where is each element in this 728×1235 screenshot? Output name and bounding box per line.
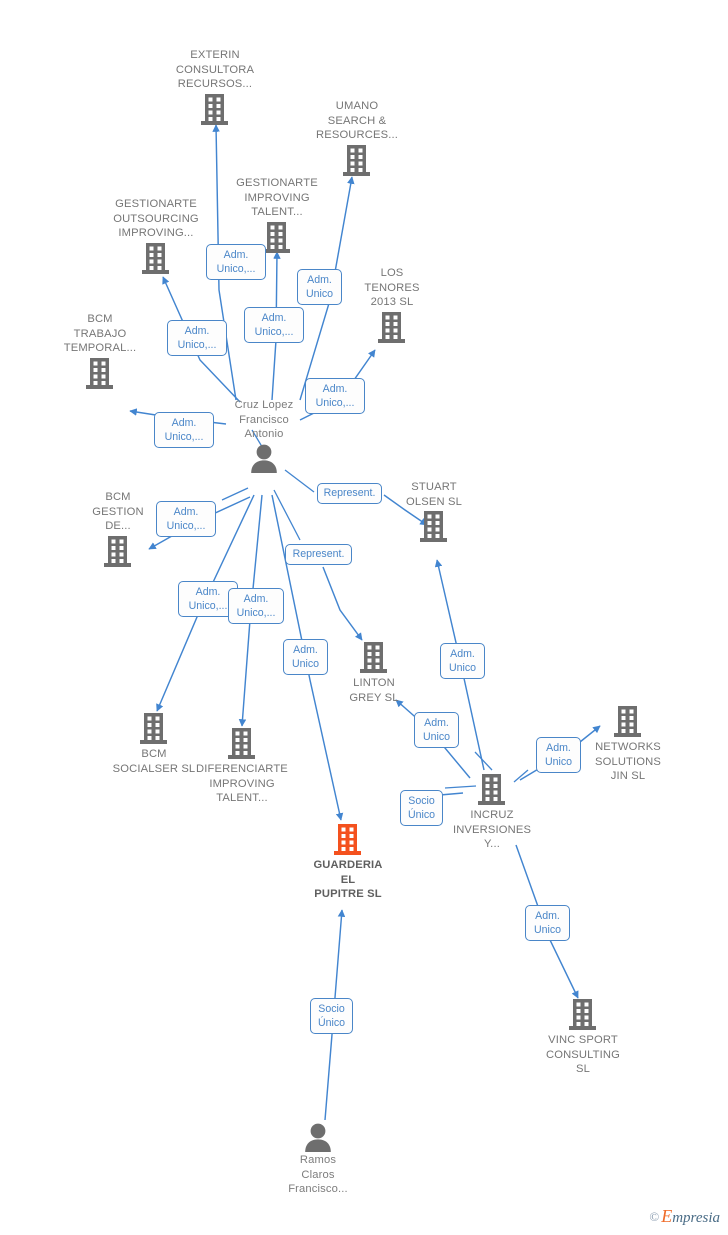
edge-label-cruz-guarderia[interactable]: Adm. Unico bbox=[283, 639, 328, 675]
edge-cruz-linton bbox=[322, 566, 363, 641]
node-label: STUART OLSEN SL bbox=[406, 481, 462, 508]
edge-label-cruz-bcm-gestion[interactable]: Adm. Unico,... bbox=[156, 501, 216, 537]
edge-label-cruz-exterin[interactable]: Adm. Unico,... bbox=[206, 244, 266, 280]
node-incruz-inversiones[interactable]: INCRUZ INVERSIONES Y... bbox=[432, 773, 552, 852]
edge-label-incruz-networks-jin[interactable]: Adm. Unico bbox=[536, 737, 581, 773]
node-label: BCM TRABAJO TEMPORAL... bbox=[63, 313, 137, 355]
edge-label-incruz-linton-grey[interactable]: Adm. Unico bbox=[414, 712, 459, 748]
node-networks-solutions-jin[interactable]: NETWORKS SOLUTIONS JIN SL bbox=[568, 705, 688, 784]
building-icon bbox=[568, 705, 688, 739]
building-icon bbox=[182, 727, 302, 761]
node-ramos-claros-francisco[interactable]: Ramos Claros Francisco... bbox=[258, 1122, 378, 1197]
node-bcm-trabajo-temporal[interactable]: BCM TRABAJO TEMPORAL... bbox=[40, 312, 160, 391]
node-label: UMANO SEARCH & RESOURCES... bbox=[316, 100, 398, 142]
edge-stub-e bbox=[474, 751, 493, 771]
edge-label-cruz-bcm-trabajo[interactable]: Adm. Unico,... bbox=[154, 412, 214, 448]
node-label: EXTERIN CONSULTORA RECURSOS... bbox=[175, 49, 255, 91]
person-icon bbox=[258, 1122, 378, 1152]
brand-capital: E bbox=[661, 1206, 673, 1226]
edge-label-incruz-guarderia[interactable]: Socio Único bbox=[400, 790, 443, 826]
node-label: DIFERENCIARTE IMPROVING TALENT... bbox=[196, 763, 288, 805]
edge-label-cruz-umano[interactable]: Adm. Unico bbox=[297, 269, 342, 305]
edge-stub-b bbox=[284, 469, 315, 493]
node-label: GESTIONARTE IMPROVING TALENT... bbox=[236, 177, 318, 219]
brand-rest: mpresia bbox=[672, 1210, 720, 1226]
edge-label-cruz-los-tenores[interactable]: Adm. Unico,... bbox=[305, 378, 365, 414]
node-label: LOS TENORES 2013 SL bbox=[364, 267, 420, 309]
building-icon bbox=[332, 311, 452, 345]
node-guarderia-el-pupitre[interactable]: GUARDERIA EL PUPITRE SL bbox=[288, 823, 408, 902]
node-vinc-sport-consulting[interactable]: VINC SPORT CONSULTING SL bbox=[523, 998, 643, 1077]
node-exterin-consultora[interactable]: EXTERIN CONSULTORA RECURSOS... bbox=[155, 48, 275, 127]
edge-label-ramos-guarderia[interactable]: Socio Único bbox=[310, 998, 353, 1034]
edge-stub-d bbox=[221, 487, 249, 501]
building-icon bbox=[523, 998, 643, 1032]
edge-label-incruz-stuart-olsen[interactable]: Adm. Unico bbox=[440, 643, 485, 679]
node-label: VINC SPORT CONSULTING SL bbox=[545, 1034, 621, 1076]
edge-label-cruz-diferenciarte[interactable]: Adm. Unico,... bbox=[228, 588, 284, 624]
node-diferenciarte-improving-talent[interactable]: DIFERENCIARTE IMPROVING TALENT... bbox=[182, 727, 302, 806]
building-icon bbox=[96, 242, 216, 276]
node-label: NETWORKS SOLUTIONS JIN SL bbox=[594, 741, 661, 783]
node-label: INCRUZ INVERSIONES Y... bbox=[452, 809, 532, 851]
person-icon bbox=[204, 443, 324, 473]
building-icon bbox=[155, 93, 275, 127]
node-umano-search[interactable]: UMANO SEARCH & RESOURCES... bbox=[297, 99, 417, 178]
node-stuart-olsen[interactable]: STUART OLSEN SL bbox=[374, 480, 494, 544]
node-label: GUARDERIA EL PUPITRE SL bbox=[313, 859, 383, 901]
building-icon bbox=[58, 535, 178, 569]
building-icon bbox=[374, 510, 494, 544]
relationship-graph: EXTERIN CONSULTORA RECURSOS... UMANO SEA… bbox=[0, 0, 728, 1235]
brand-name: Empresia bbox=[661, 1206, 720, 1226]
building-icon bbox=[432, 773, 552, 807]
building-icon bbox=[40, 357, 160, 391]
building-icon bbox=[297, 144, 417, 178]
building-icon bbox=[314, 641, 434, 675]
node-label: GESTIONARTE OUTSOURCING IMPROVING... bbox=[113, 198, 199, 240]
node-gestionarte-outsourcing[interactable]: GESTIONARTE OUTSOURCING IMPROVING... bbox=[96, 197, 216, 276]
edge-label-cruz-gestionarte-outsourcing[interactable]: Adm. Unico,... bbox=[167, 320, 227, 356]
empresia-watermark: © Empresia bbox=[649, 1206, 720, 1227]
building-icon-highlighted bbox=[288, 823, 408, 857]
node-linton-grey[interactable]: LINTON GREY SL bbox=[314, 641, 434, 705]
edge-label-cruz-stuart-olsen[interactable]: Represent. bbox=[317, 483, 382, 504]
edge-label-incruz-vinc-sport[interactable]: Adm. Unico bbox=[525, 905, 570, 941]
node-gestionarte-improving-talent[interactable]: GESTIONARTE IMPROVING TALENT... bbox=[217, 176, 337, 255]
edge-stub-c bbox=[273, 489, 301, 541]
copyright-symbol: © bbox=[649, 1209, 660, 1224]
edge-label-cruz-gestionarte-improving[interactable]: Adm. Unico,... bbox=[244, 307, 304, 343]
node-los-tenores-2013[interactable]: LOS TENORES 2013 SL bbox=[332, 266, 452, 345]
node-label: LINTON GREY SL bbox=[349, 677, 399, 704]
edge-label-cruz-linton-grey[interactable]: Represent. bbox=[285, 544, 352, 565]
node-label: Ramos Claros Francisco... bbox=[288, 1154, 348, 1196]
